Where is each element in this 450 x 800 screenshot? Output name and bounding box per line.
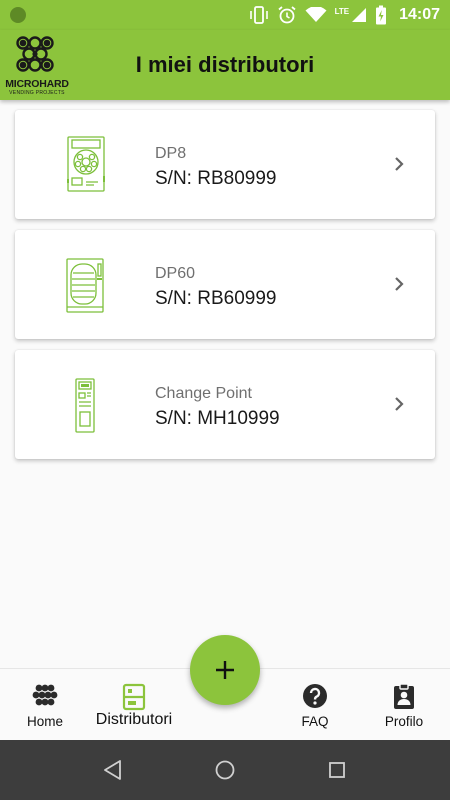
nav-item-profilo[interactable]: Profilo — [374, 669, 434, 741]
machine-card-dp60[interactable]: DP60 S/N: RB60999 — [15, 230, 435, 339]
notification-dot-icon — [10, 7, 26, 23]
dp8-machine-icon — [55, 110, 135, 219]
battery-charging-icon — [376, 5, 387, 25]
recents-icon[interactable] — [325, 758, 349, 782]
alarm-icon — [277, 6, 296, 24]
vending-machine-icon — [122, 683, 146, 711]
dots-grid-icon — [32, 684, 58, 706]
machine-card-change-point[interactable]: Change Point S/N: MH10999 — [15, 350, 435, 459]
network-type-label: LTE — [334, 6, 350, 16]
status-bar: LTE 14:07 — [0, 0, 450, 30]
machine-serial: S/N: RB80999 — [155, 168, 277, 189]
help-circle-icon — [303, 684, 327, 708]
status-icons: LTE 14:07 — [249, 0, 440, 30]
clock-time: 14:07 — [399, 6, 440, 23]
change-point-machine-icon — [55, 350, 135, 459]
nav-label-home: Home — [26, 714, 63, 729]
nav-label-distributori: Distributori — [95, 711, 173, 728]
chevron-right-icon — [395, 157, 404, 171]
machine-serial: S/N: RB60999 — [155, 288, 277, 309]
machine-model: Change Point — [155, 385, 252, 402]
plus-icon — [216, 661, 234, 679]
page-title: I miei distributori — [135, 52, 315, 77]
app-bar: MICROHARD VENDING PROJECTS I miei distri… — [0, 30, 450, 100]
badge-icon — [394, 683, 414, 709]
add-machine-button[interactable] — [190, 635, 260, 705]
machine-model: DP8 — [155, 145, 187, 162]
machine-serial: S/N: MH10999 — [155, 408, 280, 429]
machine-model: DP60 — [155, 265, 196, 282]
wifi-icon — [305, 7, 327, 22]
home-circle-icon[interactable] — [213, 758, 237, 782]
nav-label-profilo: Profilo — [384, 714, 424, 729]
nav-label-faq: FAQ — [301, 714, 329, 729]
nav-item-distributori[interactable]: Distributori — [86, 669, 182, 741]
back-icon[interactable] — [101, 758, 125, 782]
nav-item-home[interactable]: Home — [15, 669, 75, 741]
system-nav-bar — [0, 740, 450, 800]
vibrate-icon — [249, 6, 268, 24]
machine-card-dp8[interactable]: DP8 S/N: RB80999 — [15, 110, 435, 219]
chevron-right-icon — [395, 277, 404, 291]
nav-item-faq[interactable]: FAQ — [285, 669, 345, 741]
signal-icon — [352, 8, 367, 22]
chevron-right-icon — [395, 397, 404, 411]
dp60-machine-icon — [55, 230, 135, 339]
